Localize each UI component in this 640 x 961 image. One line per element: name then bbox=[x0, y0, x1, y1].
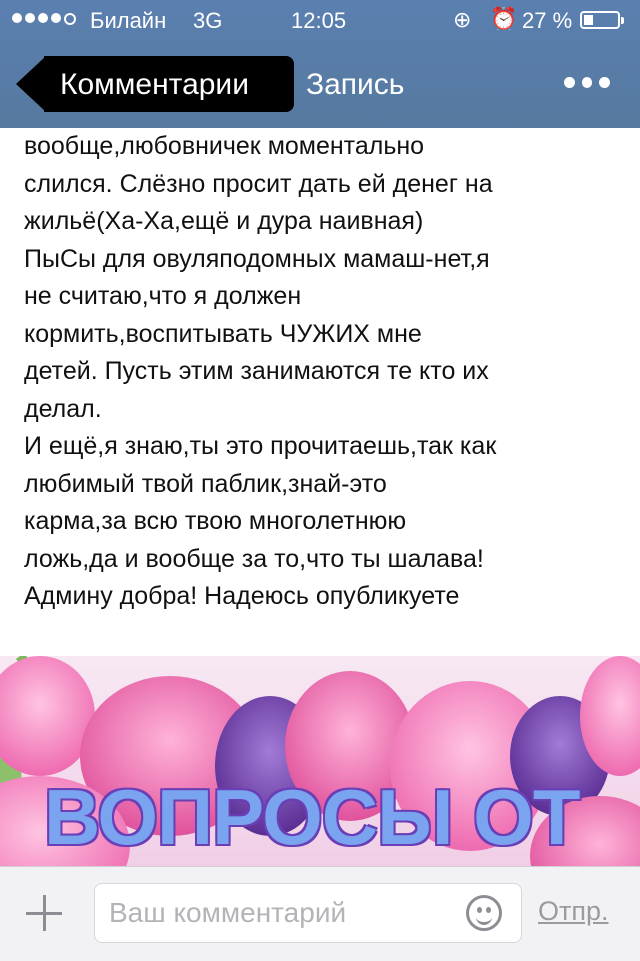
post-text-line: любимый твой паблик,знай-это bbox=[24, 469, 387, 498]
image-caption: ВОПРОСЫ ОТ bbox=[44, 773, 580, 861]
post-text-line: вообще,любовничек моментально bbox=[24, 132, 425, 160]
post-text-line: жильё(Ха-Ха,ещё и дура наивная) bbox=[24, 207, 424, 235]
page-title: Запись bbox=[306, 68, 405, 101]
header: Билайн 3G 12:05 ⊕ ⏰ 27 % Комментарии Зап… bbox=[0, 0, 640, 128]
signal-dots-icon bbox=[12, 13, 76, 25]
post-text-line: И ещё,я знаю,ты это прочитаешь,так как bbox=[24, 432, 497, 460]
comment-input[interactable] bbox=[94, 883, 522, 943]
post-text-line: кормить,воспитывать ЧУЖИХ мне bbox=[24, 319, 422, 348]
post-text-line: не считаю,что я должен bbox=[24, 282, 302, 310]
back-button[interactable]: Комментарии bbox=[16, 56, 294, 112]
clock: 12:05 bbox=[291, 8, 347, 33]
carrier-name: Билайн bbox=[90, 8, 167, 33]
more-dots-icon[interactable] bbox=[564, 72, 611, 92]
post-text-line: Админу добра! Надеюсь опубликуете bbox=[24, 582, 460, 610]
post-image[interactable]: ВОПРОСЫ ОТ bbox=[0, 656, 640, 884]
post-text: вообще,любовничек моментально слился. Слё… bbox=[24, 128, 624, 616]
post-text-line: слился. Слёзно просит дать ей денег на bbox=[24, 169, 493, 198]
send-button[interactable]: Отпр. bbox=[538, 896, 609, 927]
post-text-line: карма,за всю твою многолетнюю bbox=[24, 507, 407, 535]
plus-icon[interactable] bbox=[24, 893, 64, 933]
post-text-line: ложь,да и вообще за то,что ты шалава! bbox=[24, 544, 484, 573]
status-bar: Билайн 3G 12:05 ⊕ ⏰ 27 % bbox=[0, 0, 640, 40]
post-text-line: ПыСы для овуляподомных мамаш-нет,я bbox=[24, 244, 490, 273]
post-text-line: делал. bbox=[24, 394, 102, 423]
orientation-lock-icon: ⊕ bbox=[453, 7, 472, 32]
network-type: 3G bbox=[193, 8, 223, 33]
battery-icon bbox=[580, 11, 624, 29]
battery-percent: 27 % bbox=[522, 8, 573, 33]
back-arrow-icon bbox=[16, 56, 46, 112]
smile-icon[interactable] bbox=[466, 895, 502, 931]
post-text-line: детей. Пусть этим занимаются те кто их bbox=[24, 357, 489, 385]
alarm-icon: ⏰ bbox=[490, 6, 518, 31]
back-button-label: Комментарии bbox=[60, 68, 249, 101]
